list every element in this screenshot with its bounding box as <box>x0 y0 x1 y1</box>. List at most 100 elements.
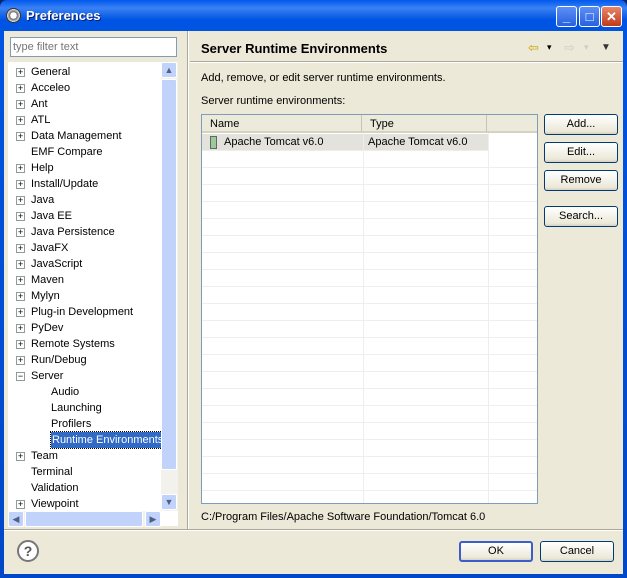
sash[interactable] <box>187 31 189 530</box>
tree-item[interactable]: Install/Update <box>31 176 98 192</box>
ok-button[interactable]: OK <box>459 541 533 562</box>
tree-item[interactable]: Audio <box>51 384 79 400</box>
close-button[interactable]: ✕ <box>601 6 622 27</box>
help-icon[interactable]: ? <box>17 540 39 562</box>
table-row[interactable] <box>202 321 537 338</box>
scroll-down-button[interactable]: ▼ <box>161 494 177 510</box>
page-title: Server Runtime Environments <box>201 41 388 56</box>
expand-icon[interactable]: + <box>16 84 25 93</box>
expand-icon[interactable]: + <box>16 452 25 461</box>
tree-horizontal-scrollbar[interactable]: ◀ ▶ <box>8 511 161 527</box>
add-button[interactable]: Add... <box>544 114 618 135</box>
back-dropdown-icon[interactable]: ▾ <box>547 42 552 53</box>
tree-item[interactable]: Acceleo <box>31 80 70 96</box>
table-row[interactable] <box>202 253 537 270</box>
cancel-button[interactable]: Cancel <box>540 541 614 562</box>
tree-item[interactable]: Ant <box>31 96 48 112</box>
table-row[interactable] <box>202 474 537 491</box>
tree-item[interactable]: Data Management <box>31 128 122 144</box>
expand-icon[interactable]: + <box>16 228 25 237</box>
tree-item[interactable]: JavaFX <box>31 240 68 256</box>
table-row[interactable] <box>202 457 537 474</box>
tree-item[interactable]: Runtime Environments <box>49 431 166 449</box>
tree-item[interactable]: PyDev <box>31 320 63 336</box>
edit-button[interactable]: Edit... <box>544 142 618 163</box>
expand-icon[interactable]: + <box>16 212 25 221</box>
expand-icon[interactable]: + <box>16 308 25 317</box>
remove-button[interactable]: Remove <box>544 170 618 191</box>
tree-item[interactable]: General <box>31 64 70 80</box>
table-row[interactable] <box>202 236 537 253</box>
expand-icon[interactable]: + <box>16 180 25 189</box>
tree-item[interactable]: Java EE <box>31 208 72 224</box>
expand-icon[interactable]: + <box>16 116 25 125</box>
expand-icon[interactable]: + <box>16 500 25 509</box>
table-row[interactable] <box>202 440 537 457</box>
column-header-type[interactable]: Type <box>362 115 487 133</box>
runtime-table[interactable]: Name Type Apache Tomcat v6.0 Apache Tomca… <box>201 114 538 504</box>
table-row[interactable] <box>202 270 537 287</box>
column-header-name[interactable]: Name <box>202 115 362 133</box>
table-row[interactable] <box>202 423 537 440</box>
table-row[interactable] <box>202 304 537 321</box>
tree-item[interactable]: Help <box>31 160 54 176</box>
scroll-up-button[interactable]: ▲ <box>161 62 177 78</box>
expand-icon[interactable]: + <box>16 260 25 269</box>
tree-item[interactable]: Validation <box>31 480 79 496</box>
expand-icon[interactable]: + <box>16 276 25 285</box>
scroll-left-button[interactable]: ◀ <box>8 511 24 527</box>
expand-icon[interactable]: + <box>16 244 25 253</box>
expand-icon[interactable]: + <box>16 356 25 365</box>
table-row[interactable] <box>202 355 537 372</box>
hscroll-thumb[interactable] <box>25 511 143 527</box>
tree-item[interactable]: Remote Systems <box>31 336 115 352</box>
table-row[interactable] <box>202 338 537 355</box>
table-row[interactable] <box>202 168 537 185</box>
tree-item[interactable]: Java <box>31 192 54 208</box>
scroll-right-button[interactable]: ▶ <box>145 511 161 527</box>
scroll-thumb[interactable] <box>161 79 177 470</box>
expand-icon[interactable]: + <box>16 324 25 333</box>
expand-icon[interactable]: + <box>16 132 25 141</box>
table-row[interactable] <box>202 287 537 304</box>
expand-icon[interactable]: + <box>16 100 25 109</box>
tree-item[interactable]: JavaScript <box>31 256 82 272</box>
tree-item[interactable]: Team <box>31 448 58 464</box>
view-menu-icon[interactable]: ▼ <box>601 42 611 53</box>
tree-item[interactable]: ATL <box>31 112 50 128</box>
tree-item[interactable]: Server <box>31 368 63 384</box>
filter-input[interactable] <box>10 37 177 57</box>
back-icon[interactable]: ⇦ <box>528 40 539 56</box>
tree-item[interactable]: Profilers <box>51 416 91 432</box>
preference-tree[interactable]: + General + Acceleo + Ant + ATL + Data Management… <box>8 62 178 526</box>
search-label: Search... <box>558 210 604 222</box>
runtime-type: Apache Tomcat v6.0 <box>368 136 468 148</box>
table-row[interactable]: Apache Tomcat v6.0 Apache Tomcat v6.0 <box>202 134 488 151</box>
expand-icon[interactable]: + <box>16 68 25 77</box>
tree-item[interactable]: Mylyn <box>31 288 60 304</box>
tree-item[interactable]: Terminal <box>31 464 73 480</box>
expand-icon[interactable]: + <box>16 340 25 349</box>
tree-item[interactable]: Plug-in Development <box>31 304 133 320</box>
tree-item[interactable]: Run/Debug <box>31 352 87 368</box>
tree-vertical-scrollbar[interactable]: ▲ ▼ <box>161 62 178 511</box>
table-row[interactable] <box>202 202 537 219</box>
tree-item[interactable]: Viewpoint <box>31 496 79 512</box>
table-row[interactable] <box>202 389 537 406</box>
tree-item[interactable]: Maven <box>31 272 64 288</box>
search-button[interactable]: Search... <box>544 206 618 227</box>
table-row[interactable] <box>202 185 537 202</box>
collapse-icon[interactable]: − <box>16 372 25 381</box>
expand-icon[interactable]: + <box>16 292 25 301</box>
tree-item[interactable]: Java Persistence <box>31 224 115 240</box>
tree-item[interactable]: EMF Compare <box>31 144 103 160</box>
tree-item[interactable]: Launching <box>51 400 102 416</box>
expand-icon[interactable]: + <box>16 164 25 173</box>
maximize-button[interactable]: □ <box>579 6 600 27</box>
minimize-button[interactable]: _ <box>556 6 577 27</box>
table-row[interactable] <box>202 372 537 389</box>
expand-icon[interactable]: + <box>16 196 25 205</box>
table-row[interactable] <box>202 406 537 423</box>
table-row[interactable] <box>202 151 537 168</box>
table-row[interactable] <box>202 219 537 236</box>
